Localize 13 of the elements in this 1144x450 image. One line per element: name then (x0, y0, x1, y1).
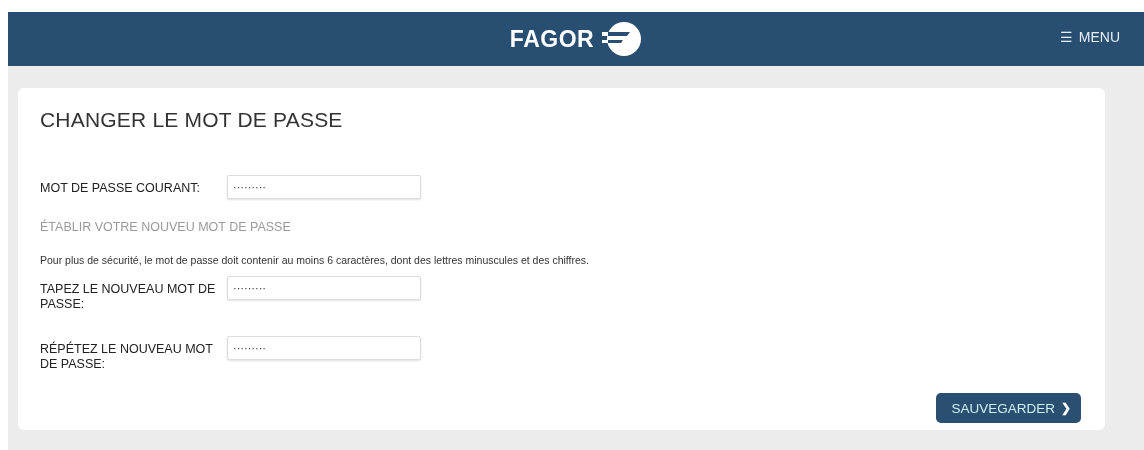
field-label: MOT DE PASSE COURANT: (40, 180, 201, 196)
section-heading: ÉTABLIR VOTRE NOUVEU MOT DE PASSE (40, 220, 292, 234)
save-button[interactable]: SAUVEGARDER ❯ (936, 393, 1081, 423)
logo-icon (602, 19, 643, 59)
field-label: TAPEZ LE NOUVEAU MOT DE PASSE: (40, 281, 217, 312)
field-label: RÉPÉTEZ LE NOUVEAU MOT DE PASSE: (40, 340, 214, 372)
password-rule-text: Pour plus de sécurité, le mot de passe doit contenir au moins 6 caractères, dont des lettres minuscules et des chiffres. (40, 254, 590, 266)
logo-text: FAGOR (509, 25, 595, 53)
page-title: CHANGER LE MOT DE PASSE (40, 108, 344, 132)
password-field[interactable]: ········· (227, 336, 421, 360)
password-field[interactable]: ········· (227, 276, 421, 300)
menu-button[interactable]: ☰ MENU (1059, 29, 1120, 45)
password-field[interactable]: ········· (227, 175, 421, 199)
